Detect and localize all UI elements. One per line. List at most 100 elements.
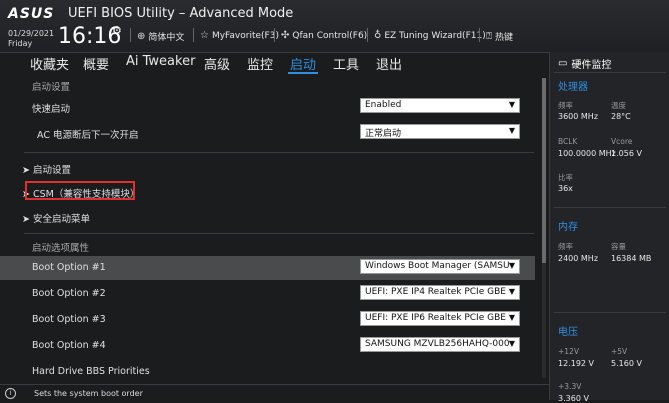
cpu-temp-value: 28°C	[611, 112, 631, 121]
boot-configuration-link[interactable]: ➤ 启动设置	[22, 162, 71, 176]
divider	[554, 312, 666, 313]
qfan-label: Qfan Control(F6)	[292, 30, 368, 41]
cpu-section-title: 处理器	[558, 82, 588, 93]
v33-value: 3.360 V	[558, 394, 589, 403]
fan-icon: ✣	[281, 30, 290, 41]
boot-configuration-label: 启动设置	[32, 165, 71, 176]
ac-power-loss-label: AC 电源断后下一次开启	[37, 130, 139, 141]
fast-boot-value: Enabled	[365, 100, 402, 110]
toolbar-divider	[479, 28, 480, 42]
tab-main[interactable]: 概要	[83, 54, 109, 73]
help-text: Sets the system boot order	[34, 389, 143, 398]
ac-power-loss-select[interactable]: 正常启动 ▼	[360, 124, 520, 139]
secure-boot-link[interactable]: ➤ 安全启动菜单	[22, 211, 90, 225]
ratio-label: 比率	[558, 173, 573, 182]
tab-monitor[interactable]: 监控	[247, 54, 273, 73]
hardware-monitor-title: ▭ 硬件监控	[558, 56, 611, 71]
fast-boot-label: 快速启动	[32, 104, 71, 115]
hardware-monitor-panel: ▭ 硬件监控 处理器 频率 温度 3600 MHz 28°C BCLK Vcor…	[549, 52, 669, 403]
bclk-value: 100.0000 MHz	[558, 149, 616, 158]
tab-advanced[interactable]: 高级	[204, 54, 230, 73]
help-icon: ⍰	[486, 31, 492, 42]
divider	[24, 233, 534, 234]
vcore-label: Vcore	[611, 137, 633, 146]
bclk-label: BCLK	[558, 137, 578, 146]
ratio-value: 36x	[558, 184, 573, 193]
dropdown-arrow-icon: ▼	[508, 287, 515, 296]
language-button[interactable]: ⊕ 简体中文	[137, 30, 184, 43]
gear-icon[interactable]: ⚙	[112, 24, 122, 37]
info-icon: i	[5, 388, 16, 399]
toolbar-divider	[193, 28, 194, 42]
language-label: 简体中文	[148, 33, 185, 43]
cpu-freq-value: 3600 MHz	[558, 112, 599, 121]
globe-icon: ⊕	[137, 31, 146, 42]
bulb-icon: ♁	[374, 30, 382, 41]
mem-freq-label: 频率	[558, 242, 573, 251]
star-icon: ☆	[200, 30, 209, 41]
mem-capacity-value: 16384 MB	[611, 254, 652, 263]
boot-option-2-select[interactable]: UEFI: PXE IP4 Realtek PCIe GBE ▼	[360, 285, 520, 300]
fast-boot-select[interactable]: Enabled ▼	[360, 98, 520, 113]
qfan-button[interactable]: ✣ Qfan Control(F6)	[281, 30, 367, 41]
dropdown-arrow-icon: ▼	[508, 261, 515, 270]
boot-option-4-select[interactable]: SAMSUNG MZVLB256HAHQ-000 ▼	[360, 337, 520, 352]
ez-tuning-label: EZ Tuning Wizard(F11)	[384, 30, 486, 41]
vcore-value: 1.056 V	[611, 149, 642, 158]
boot-option-3-label: Boot Option #3	[32, 314, 106, 325]
voltage-section-title: 电压	[558, 327, 578, 338]
ez-tuning-button[interactable]: ♁ EZ Tuning Wizard(F11)	[374, 30, 486, 41]
hdd-bbs-priorities-link[interactable]: Hard Drive BBS Priorities	[32, 366, 150, 377]
asus-logo: ASUS	[8, 6, 55, 22]
cpu-temp-label: 温度	[611, 101, 626, 110]
tab-tool[interactable]: 工具	[333, 54, 359, 73]
tab-exit[interactable]: 退出	[376, 54, 402, 73]
v5-label: +5V	[611, 347, 628, 356]
chevron-right-icon: ➤	[22, 165, 33, 176]
hardware-monitor-label: 硬件监控	[571, 60, 612, 71]
boot-option-1-label: Boot Option #1	[32, 262, 106, 273]
divider	[554, 207, 666, 208]
boot-option-2-label: Boot Option #2	[32, 288, 106, 299]
myfavorite-label: MyFavorite(F3)	[211, 30, 279, 41]
active-tab-indicator	[288, 72, 318, 74]
scrollbar-thumb[interactable]	[542, 78, 546, 263]
hotkeys-button[interactable]: ⍰ 热键	[486, 30, 513, 43]
boot-option-1-value: Windows Boot Manager (SAMSU	[365, 261, 510, 271]
v5-value: 5.160 V	[611, 359, 642, 368]
divider	[24, 152, 534, 153]
date-text: 01/29/2021	[8, 29, 55, 38]
help-bar: i Sets the system boot order	[0, 384, 549, 401]
tab-ai-tweaker[interactable]: Ai Tweaker	[126, 54, 195, 69]
cpu-freq-label: 频率	[558, 101, 573, 110]
boot-option-3-value: UEFI: PXE IP6 Realtek PCIe GBE	[365, 313, 506, 323]
dropdown-arrow-icon: ▼	[508, 339, 515, 348]
main-menu: 收藏夹 概要 Ai Tweaker 高级 监控 启动 工具 退出	[0, 52, 545, 73]
ac-power-loss-value: 正常启动	[365, 129, 402, 139]
memory-section-title: 内存	[558, 222, 578, 233]
boot-option-1-select[interactable]: Windows Boot Manager (SAMSU ▼	[360, 259, 520, 274]
dropdown-arrow-icon: ▼	[508, 313, 515, 322]
dropdown-arrow-icon: ▼	[508, 126, 515, 135]
date-display: 01/29/2021 Friday	[8, 29, 54, 49]
toolbar-divider	[274, 28, 275, 42]
boot-option-3-select[interactable]: UEFI: PXE IP6 Realtek PCIe GBE ▼	[360, 311, 520, 326]
top-bar: ASUS UEFI BIOS Utility – Advanced Mode 0…	[0, 0, 669, 53]
tab-favorites[interactable]: 收藏夹	[30, 54, 69, 73]
boot-option-4-value: SAMSUNG MZVLB256HAHQ-000	[365, 339, 510, 349]
mem-freq-value: 2400 MHz	[558, 254, 599, 263]
boot-option-4-label: Boot Option #4	[32, 340, 106, 351]
divider	[554, 72, 666, 73]
secure-boot-label: 安全启动菜单	[32, 214, 90, 225]
day-text: Friday	[8, 39, 33, 48]
boot-option-2-value: UEFI: PXE IP4 Realtek PCIe GBE	[365, 287, 506, 297]
toolbar-divider	[367, 28, 368, 42]
tab-boot[interactable]: 启动	[290, 54, 316, 73]
v12-label: +12V	[558, 347, 579, 356]
v33-label: +3.3V	[558, 382, 582, 391]
mem-capacity-label: 容量	[611, 242, 626, 251]
myfavorite-button[interactable]: ☆ MyFavorite(F3)	[200, 30, 279, 41]
section-boot-option-priorities: 启动选项属性	[32, 243, 90, 254]
monitor-icon: ▭	[558, 58, 568, 69]
hotkeys-label: 热键	[495, 33, 514, 43]
